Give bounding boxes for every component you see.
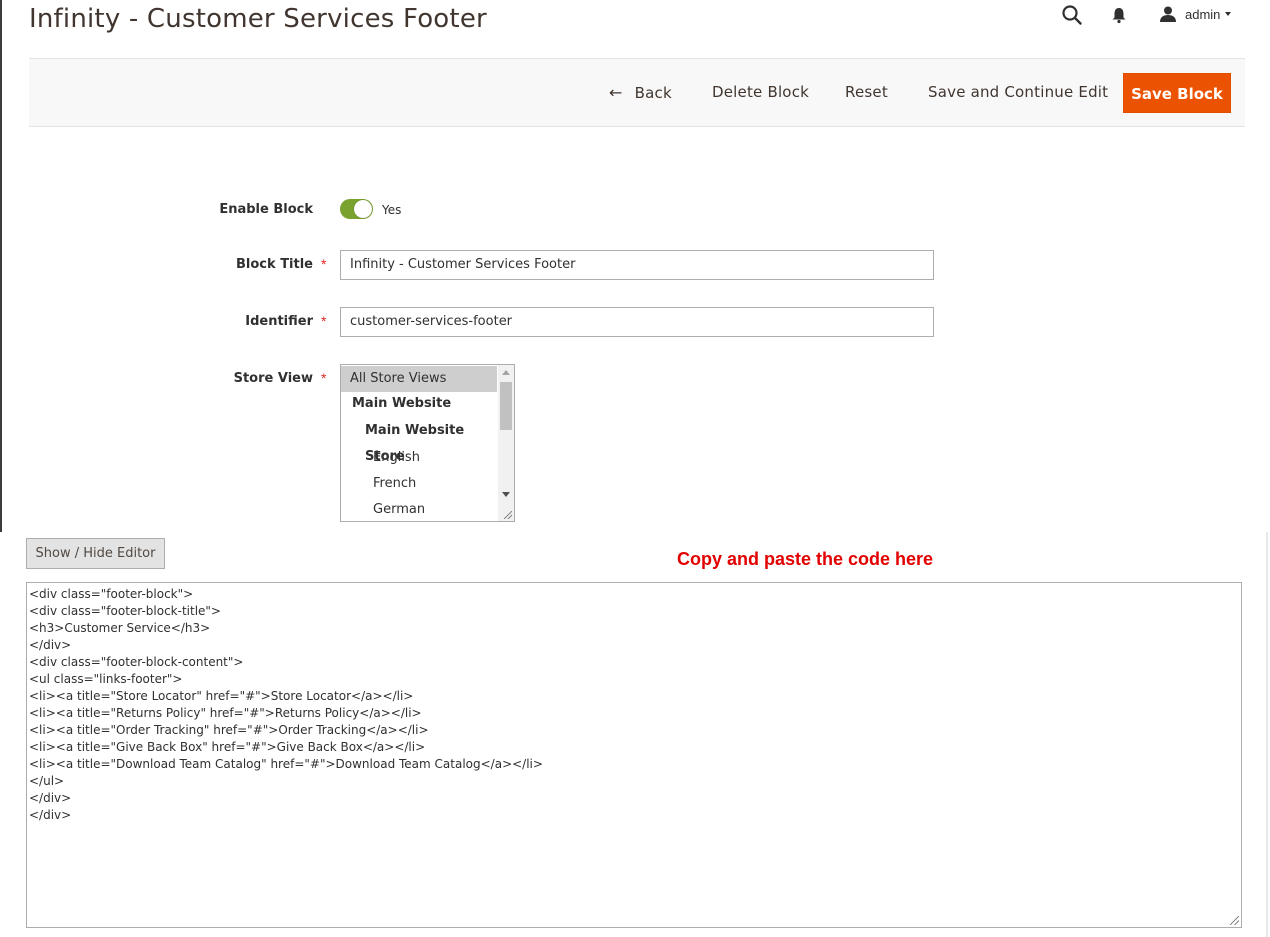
admin-user-menu[interactable]: admin xyxy=(1185,7,1220,22)
store-view-multiselect[interactable]: All Store Views Main Website Main Websit… xyxy=(340,364,515,522)
block-title-label: Block Title xyxy=(236,257,313,272)
reset-button[interactable]: Reset xyxy=(845,59,888,126)
block-title-input[interactable]: Infinity - Customer Services Footer xyxy=(340,250,934,280)
resize-handle-icon[interactable] xyxy=(1230,916,1239,925)
code-line: </div> xyxy=(29,638,72,652)
page-actions-bar: ← Back Delete Block Reset Save and Contin… xyxy=(29,58,1245,127)
store-view-option-german[interactable]: German xyxy=(341,497,497,521)
code-line: <li><a title="Store Locator" href="#">St… xyxy=(29,689,414,703)
code-line: </div> xyxy=(29,791,72,805)
required-asterisk: * xyxy=(321,313,327,329)
scroll-up-icon[interactable] xyxy=(502,370,510,375)
back-button-label: Back xyxy=(634,84,672,102)
code-line: <h3>Customer Service</h3> xyxy=(29,621,211,635)
delete-block-button[interactable]: Delete Block xyxy=(712,59,809,126)
content-textarea[interactable]: <div class="footer-block"> <div class="f… xyxy=(26,582,1242,928)
code-line: <li><a title="Order Tracking" href="#">O… xyxy=(29,723,429,737)
identifier-label: Identifier xyxy=(245,314,313,329)
bell-icon[interactable] xyxy=(1110,6,1128,24)
store-view-option-french[interactable]: French xyxy=(341,471,497,497)
code-line: <div class="footer-block"> xyxy=(29,587,194,601)
back-button[interactable]: ← Back xyxy=(609,59,672,126)
identifier-input[interactable]: customer-services-footer xyxy=(340,307,934,337)
store-view-label: Store View xyxy=(233,371,313,386)
code-line: <div class="footer-block-content"> xyxy=(29,655,244,669)
page-title: Infinity - Customer Services Footer xyxy=(29,4,487,34)
required-asterisk: * xyxy=(321,370,327,386)
window-right-border xyxy=(1266,532,1268,937)
store-view-option-website[interactable]: Main Website xyxy=(341,391,497,417)
scroll-thumb[interactable] xyxy=(500,382,512,430)
code-line: <li><a title="Returns Policy" href="#">R… xyxy=(29,706,422,720)
annotation-text: Copy and paste the code here xyxy=(677,549,934,569)
show-hide-editor-button[interactable]: Show / Hide Editor xyxy=(26,538,165,569)
window-left-border xyxy=(0,0,2,532)
code-line: <div class="footer-block-title"> xyxy=(29,604,221,618)
code-line: </div> xyxy=(29,808,72,822)
enable-block-label: Enable Block xyxy=(219,202,313,217)
save-and-continue-button[interactable]: Save and Continue Edit xyxy=(928,59,1108,126)
user-icon[interactable] xyxy=(1159,5,1177,23)
scroll-down-icon[interactable] xyxy=(502,492,510,497)
store-view-option-all[interactable]: All Store Views xyxy=(341,366,497,392)
search-icon[interactable] xyxy=(1061,4,1083,26)
code-line: <ul class="links-footer"> xyxy=(29,672,183,686)
caret-down-icon[interactable] xyxy=(1225,12,1231,16)
resize-handle-icon[interactable] xyxy=(504,511,512,519)
save-block-button[interactable]: Save Block xyxy=(1123,73,1231,113)
store-view-option-english[interactable]: English xyxy=(341,445,497,471)
code-line: <li><a title="Download Team Catalog" hre… xyxy=(29,757,543,771)
enable-block-toggle[interactable] xyxy=(340,199,373,219)
code-line: </ul> xyxy=(29,774,65,788)
code-line: <li><a title="Give Back Box" href="#">Gi… xyxy=(29,740,426,754)
required-asterisk: * xyxy=(321,256,327,272)
toggle-knob xyxy=(354,200,372,218)
enable-block-value: Yes xyxy=(382,203,402,217)
arrow-left-icon: ← xyxy=(609,83,623,102)
store-view-option-store[interactable]: Main Website Store xyxy=(341,418,497,464)
store-view-scrollbar[interactable] xyxy=(498,365,514,521)
